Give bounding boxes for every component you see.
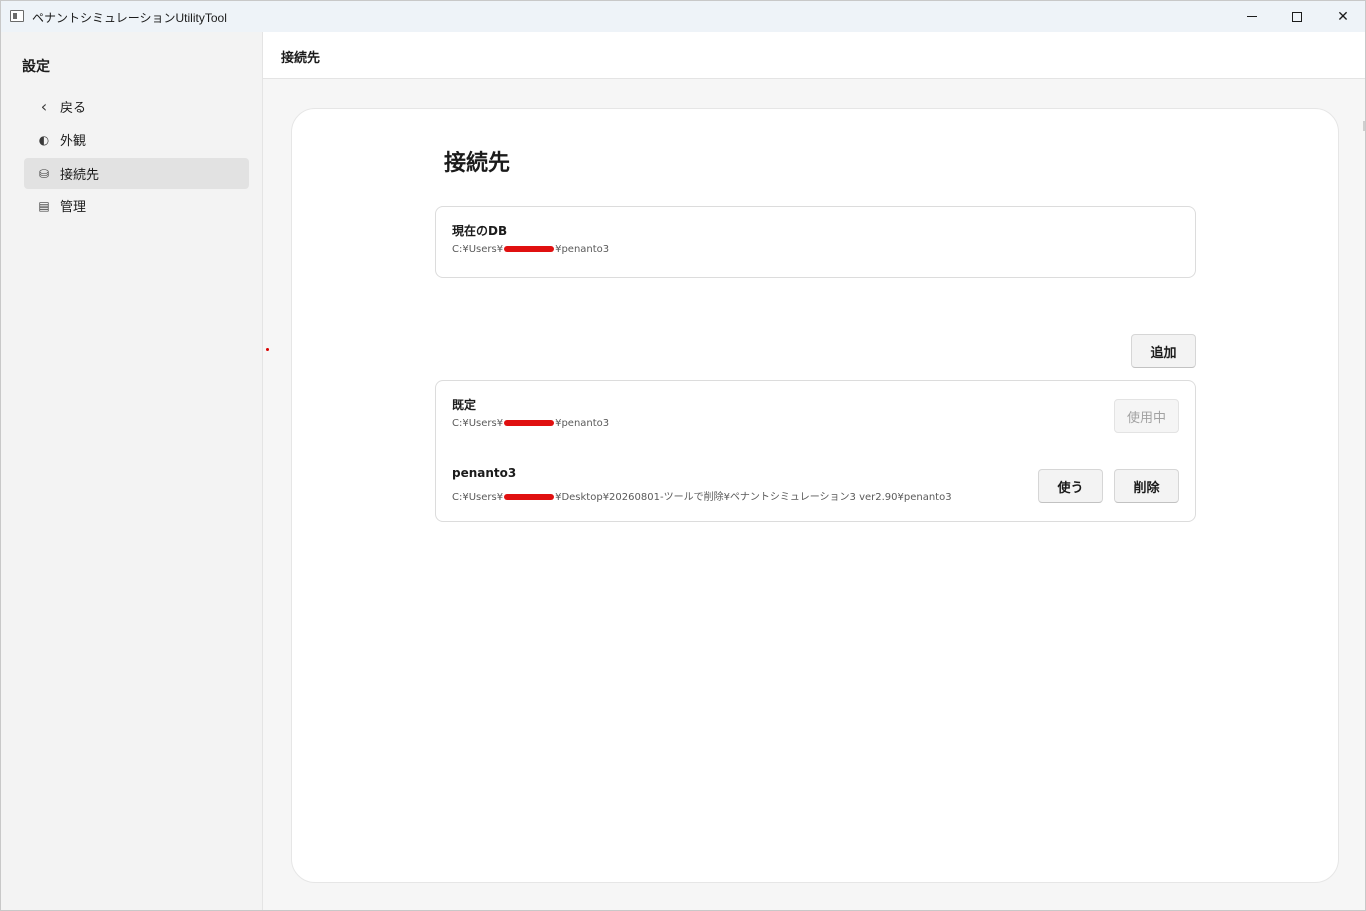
app-window: ペナントシミュレーションUtilityTool ✕ 設定 ‹ 戻る ◐ 外観 ⛁… bbox=[0, 0, 1366, 911]
connection-path: C:¥Users¥ ¥penanto3 bbox=[452, 418, 610, 429]
chevron-left-icon: ‹ bbox=[40, 97, 48, 116]
connection-name: 既定 bbox=[452, 398, 477, 412]
sidebar-item-connection[interactable]: ⛁ 接続先 bbox=[24, 158, 249, 189]
use-button[interactable]: 使う bbox=[1038, 469, 1103, 503]
sidebar-item-label: 接続先 bbox=[60, 168, 100, 183]
current-db-card: 現在のDB C:¥Users¥ ¥penanto3 bbox=[435, 206, 1196, 278]
current-db-path: C:¥Users¥ ¥penanto3 bbox=[452, 244, 610, 255]
sidebar-item-appearance[interactable]: ◐ 外観 bbox=[24, 124, 249, 155]
title-bar[interactable]: ペナントシミュレーションUtilityTool ✕ bbox=[1, 1, 1365, 32]
database-icon: ⛁ bbox=[38, 166, 50, 181]
minimize-button[interactable] bbox=[1229, 1, 1275, 32]
maximize-button[interactable] bbox=[1274, 1, 1320, 32]
add-button[interactable]: 追加 bbox=[1131, 334, 1196, 368]
appearance-icon: ◐ bbox=[38, 132, 50, 147]
header-title: 接続先 bbox=[281, 51, 321, 66]
sidebar-item-label: 外観 bbox=[60, 134, 87, 149]
connection-name: penanto3 bbox=[452, 466, 517, 480]
connection-list: 既定 C:¥Users¥ ¥penanto3 使用中 penanto3 C:¥Us… bbox=[435, 380, 1196, 522]
in-use-button: 使用中 bbox=[1114, 399, 1179, 433]
redaction-mark bbox=[504, 494, 555, 500]
management-icon: ▤ bbox=[38, 198, 50, 213]
minimize-icon bbox=[1247, 16, 1257, 17]
sidebar-item-label: 戻る bbox=[60, 101, 87, 116]
sidebar: 設定 ‹ 戻る ◐ 外観 ⛁ 接続先 ▤ 管理 bbox=[1, 32, 261, 910]
red-dot-artifact bbox=[266, 348, 269, 351]
current-db-label: 現在のDB bbox=[452, 224, 508, 238]
page-header: 接続先 bbox=[262, 32, 1365, 79]
delete-button[interactable]: 削除 bbox=[1114, 469, 1179, 503]
page-title: 接続先 bbox=[444, 151, 511, 176]
close-button[interactable]: ✕ bbox=[1320, 1, 1366, 32]
sidebar-item-back[interactable]: ‹ 戻る bbox=[24, 91, 249, 122]
redaction-mark bbox=[504, 246, 555, 252]
sidebar-item-management[interactable]: ▤ 管理 bbox=[24, 190, 249, 221]
close-icon: ✕ bbox=[1337, 8, 1349, 25]
maximize-icon bbox=[1292, 11, 1302, 22]
settings-panel: 接続先 現在のDB C:¥Users¥ ¥penanto3 追加 既定 C:¥Us… bbox=[291, 108, 1339, 883]
sidebar-title: 設定 bbox=[22, 59, 50, 75]
redaction-mark bbox=[504, 420, 555, 426]
content-area[interactable]: 接続先 現在のDB C:¥Users¥ ¥penanto3 追加 既定 C:¥Us… bbox=[262, 79, 1365, 910]
window-title: ペナントシミュレーションUtilityTool bbox=[32, 11, 227, 25]
app-icon bbox=[10, 10, 24, 22]
connection-path: C:¥Users¥ ¥Desktop¥20260801-ツールで削除¥ペナントシミ… bbox=[452, 492, 952, 503]
sidebar-item-label: 管理 bbox=[60, 200, 87, 215]
scrollbar-indicator[interactable] bbox=[1363, 121, 1365, 131]
